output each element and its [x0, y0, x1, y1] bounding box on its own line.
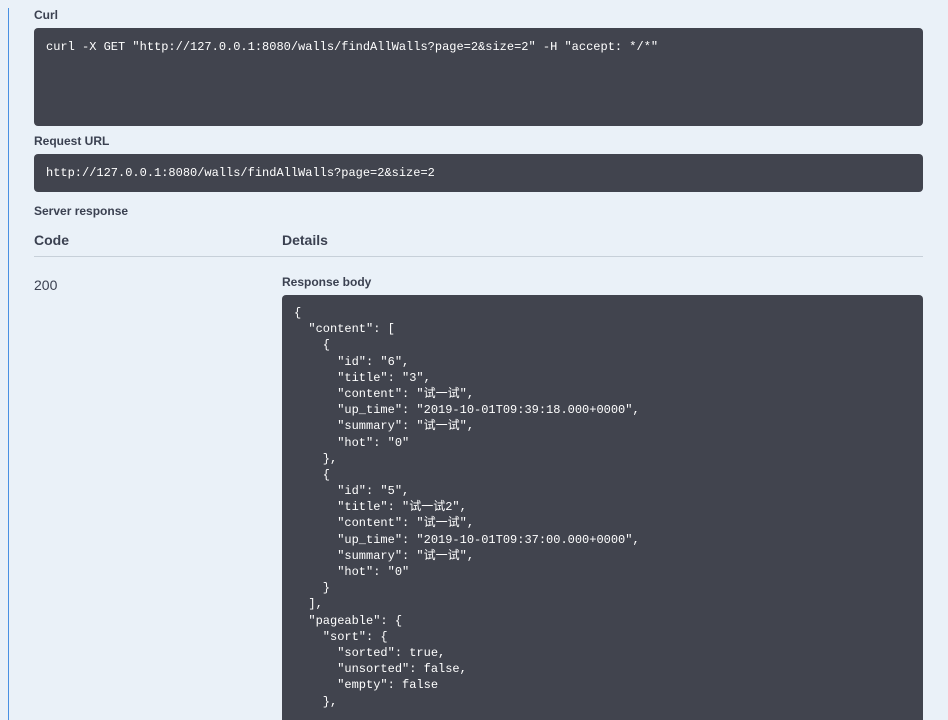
request-url-label: Request URL — [34, 134, 923, 148]
curl-command-block[interactable]: curl -X GET "http://127.0.0.1:8080/walls… — [34, 28, 923, 126]
request-url-block[interactable]: http://127.0.0.1:8080/walls/findAllWalls… — [34, 154, 923, 192]
details-column-header: Details — [282, 232, 923, 248]
server-response-label: Server response — [34, 204, 923, 218]
status-code: 200 — [34, 275, 282, 720]
response-body-label: Response body — [282, 275, 923, 289]
response-body-block[interactable]: { "content": [ { "id": "6", "title": "3"… — [282, 295, 923, 720]
response-data-row: 200 Response body { "content": [ { "id":… — [34, 275, 923, 720]
response-panel: Curl curl -X GET "http://127.0.0.1:8080/… — [8, 8, 948, 720]
curl-label: Curl — [34, 8, 923, 22]
response-details: Response body { "content": [ { "id": "6"… — [282, 275, 923, 720]
code-column-header: Code — [34, 232, 282, 248]
response-headers-row: Code Details — [34, 232, 923, 257]
